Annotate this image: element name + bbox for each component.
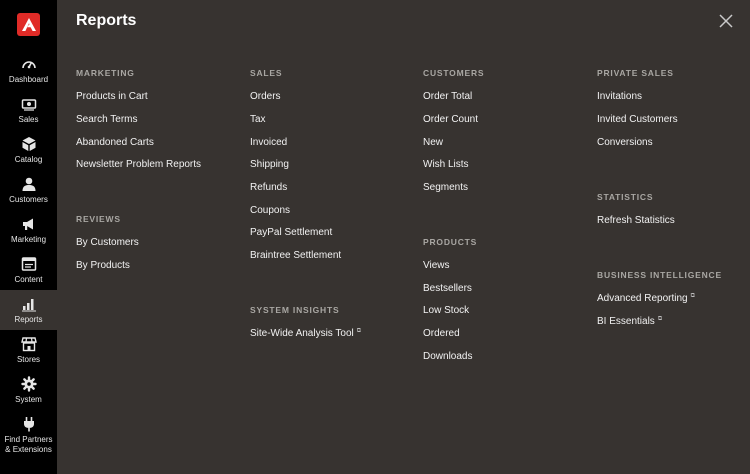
nav-customers[interactable]: Customers: [0, 176, 57, 205]
link-order-count[interactable]: Order Count: [423, 114, 478, 125]
link-downloads[interactable]: Downloads: [423, 351, 472, 362]
section-reviews-title: Reviews: [76, 214, 121, 224]
nav-stores[interactable]: Stores: [0, 336, 57, 365]
link-refresh-statistics[interactable]: Refresh Statistics: [597, 215, 675, 226]
section-system-insights-title: System Insights: [250, 305, 340, 315]
link-low-stock[interactable]: Low Stock: [423, 305, 469, 316]
nav-reports[interactable]: Reports: [0, 290, 57, 330]
link-tax[interactable]: Tax: [250, 114, 266, 125]
section-products-title: Products: [423, 237, 478, 247]
link-bi-essentials-label: BI Essentials: [597, 316, 655, 327]
nav-reports-label: Reports: [14, 315, 43, 324]
nav-content-label: Content: [14, 275, 43, 284]
link-new[interactable]: New: [423, 137, 443, 148]
section-marketing-title: Marketing: [76, 68, 135, 78]
section-statistics-title: Statistics: [597, 192, 654, 202]
panel-title: Reports: [76, 12, 137, 29]
link-order-total[interactable]: Order Total: [423, 91, 472, 102]
link-advanced-reporting-label: Advanced Reporting: [597, 293, 688, 304]
nav-dashboard-label: Dashboard: [8, 75, 49, 84]
link-invitations[interactable]: Invitations: [597, 91, 642, 102]
link-segments[interactable]: Segments: [423, 182, 468, 193]
link-site-wide-analysis-tool-label: Site-Wide Analysis Tool: [250, 328, 354, 339]
nav-find-partners-extensions[interactable]: Find Partners & Extensions: [0, 416, 57, 455]
link-by-products[interactable]: By Products: [76, 260, 130, 271]
nav-marketing-label: Marketing: [10, 235, 47, 244]
customers-icon: [22, 177, 35, 191]
link-invited-customers[interactable]: Invited Customers: [597, 114, 678, 125]
nav-marketing[interactable]: Marketing: [0, 216, 57, 245]
nav-find-partners-label: Find Partners: [4, 435, 53, 444]
section-business-intelligence-title: Business Intelligence: [597, 270, 722, 280]
link-ordered[interactable]: Ordered: [423, 328, 460, 339]
link-site-wide-analysis-tool[interactable]: Site-Wide Analysis Tool ⧉: [250, 328, 361, 339]
link-search-terms[interactable]: Search Terms: [76, 114, 138, 125]
marketing-icon: [22, 218, 33, 230]
content-icon: [21, 257, 36, 271]
nav-customers-label: Customers: [9, 195, 48, 204]
link-advanced-reporting[interactable]: Advanced Reporting ⧉: [597, 293, 695, 304]
link-bestsellers[interactable]: Bestsellers: [423, 283, 472, 294]
adobe-logo[interactable]: [17, 13, 40, 36]
system-icon: [20, 376, 37, 392]
link-views[interactable]: Views: [423, 260, 450, 271]
link-newsletter-problem-reports[interactable]: Newsletter Problem Reports: [76, 159, 201, 170]
nav-system[interactable]: System: [0, 376, 57, 405]
link-shipping[interactable]: Shipping: [250, 159, 289, 170]
link-invoiced[interactable]: Invoiced: [250, 137, 287, 148]
link-coupons[interactable]: Coupons: [250, 205, 290, 216]
nav-catalog[interactable]: Catalog: [0, 136, 57, 165]
extensions-icon: [23, 417, 34, 432]
link-refunds[interactable]: Refunds: [250, 182, 287, 193]
nav-stores-label: Stores: [16, 355, 41, 364]
reports-icon: [21, 299, 36, 312]
nav-sales-label: Sales: [18, 115, 39, 124]
link-products-in-cart[interactable]: Products in Cart: [76, 91, 148, 102]
close-icon[interactable]: [718, 13, 734, 29]
link-braintree-settlement[interactable]: Braintree Settlement: [250, 250, 341, 261]
nav-catalog-label: Catalog: [14, 155, 43, 164]
nav-dashboard[interactable]: Dashboard: [0, 56, 57, 85]
external-link-icon: ⧉: [356, 328, 362, 334]
nav-content[interactable]: Content: [0, 256, 57, 285]
stores-icon: [20, 337, 37, 352]
link-bi-essentials[interactable]: BI Essentials ⧉: [597, 316, 662, 327]
nav-sales[interactable]: Sales: [0, 96, 57, 125]
adobe-logo-icon: [21, 18, 36, 31]
dashboard-icon: [21, 61, 36, 69]
link-by-customers[interactable]: By Customers: [76, 237, 139, 248]
external-link-icon: ⧉: [690, 293, 695, 299]
section-private-sales-title: Private Sales: [597, 68, 674, 78]
nav-extensions-label: & Extensions: [5, 445, 52, 454]
admin-sidebar: Dashboard Sales Catalog Customers Market…: [0, 0, 57, 474]
link-abandoned-carts[interactable]: Abandoned Carts: [76, 137, 154, 148]
sales-icon: [21, 99, 36, 111]
link-paypal-settlement[interactable]: PayPal Settlement: [250, 227, 332, 238]
link-orders[interactable]: Orders: [250, 91, 281, 102]
link-conversions[interactable]: Conversions: [597, 137, 653, 148]
nav-system-label: System: [15, 395, 42, 404]
section-customers-title: Customers: [423, 68, 485, 78]
link-wish-lists[interactable]: Wish Lists: [423, 159, 469, 170]
catalog-icon: [22, 137, 35, 151]
external-link-icon: ⧉: [657, 316, 663, 322]
section-sales-title: Sales: [250, 68, 283, 78]
